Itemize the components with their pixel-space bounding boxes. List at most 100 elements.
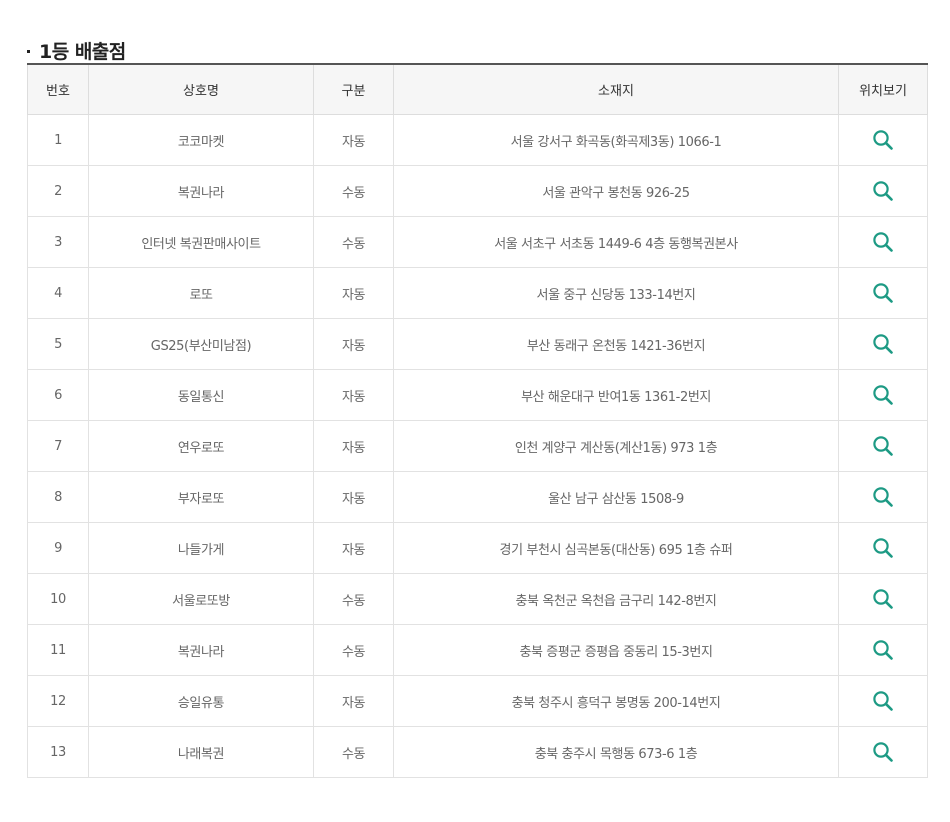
cell-num: 11 [27, 624, 89, 676]
cell-type: 자동 [313, 420, 394, 472]
cell-address: 서울 강서구 화곡동(화곡제3동) 1066-1 [393, 114, 839, 166]
cell-type: 수동 [313, 216, 394, 268]
search-icon [873, 589, 893, 609]
cell-store-name: 연우로또 [88, 420, 314, 472]
cell-type: 자동 [313, 318, 394, 370]
cell-map-view [838, 369, 928, 421]
search-icon [873, 487, 893, 507]
map-view-button[interactable] [869, 228, 897, 256]
table-row: 3 인터넷 복권판매사이트 수동 서울 서초구 서초동 1449-6 4층 동행복권본… [27, 216, 928, 268]
cell-num: 9 [27, 522, 89, 574]
map-view-button[interactable] [869, 177, 897, 205]
section-title: 1등 배출점 [27, 35, 126, 67]
cell-map-view [838, 471, 928, 523]
header-name: 상호명 [88, 64, 314, 115]
cell-address: 울산 남구 삼산동 1508-9 [393, 471, 839, 523]
map-view-button[interactable] [869, 534, 897, 562]
table-row: 5 GS25(부산미남점) 자동 부산 동래구 온천동 1421-36번지 [27, 318, 928, 370]
search-icon [873, 640, 893, 660]
map-view-button[interactable] [869, 432, 897, 460]
cell-store-name: 승일유통 [88, 675, 314, 727]
table-row: 2 복권나라 수동 서울 관악구 봉천동 926-25 [27, 165, 928, 217]
cell-address: 서울 서초구 서초동 1449-6 4층 동행복권본사 [393, 216, 839, 268]
cell-store-name: 인터넷 복권판매사이트 [88, 216, 314, 268]
cell-type: 자동 [313, 369, 394, 421]
cell-address: 부산 해운대구 반여1동 1361-2번지 [393, 369, 839, 421]
section-title-text: 1등 배출점 [39, 41, 126, 64]
search-icon [873, 538, 893, 558]
table-row: 13 나래복권 수동 충북 충주시 목행동 673-6 1층 [27, 726, 928, 778]
cell-type: 자동 [313, 471, 394, 523]
cell-store-name: 부자로또 [88, 471, 314, 523]
table-header-row: 번호 상호명 구분 소재지 위치보기 [27, 64, 928, 115]
cell-store-name: 복권나라 [88, 165, 314, 217]
cell-address: 부산 동래구 온천동 1421-36번지 [393, 318, 839, 370]
cell-num: 13 [27, 726, 89, 778]
search-icon [873, 181, 893, 201]
cell-map-view [838, 114, 928, 166]
cell-address: 서울 중구 신당동 133-14번지 [393, 267, 839, 319]
search-icon [873, 385, 893, 405]
cell-store-name: 나래복권 [88, 726, 314, 778]
header-address: 소재지 [393, 64, 839, 115]
cell-store-name: GS25(부산미남점) [88, 318, 314, 370]
table-row: 7 연우로또 자동 인천 계양구 계산동(계산1동) 973 1층 [27, 420, 928, 472]
cell-map-view [838, 726, 928, 778]
cell-map-view [838, 522, 928, 574]
cell-num: 8 [27, 471, 89, 523]
cell-num: 2 [27, 165, 89, 217]
cell-map-view [838, 216, 928, 268]
cell-store-name: 로또 [88, 267, 314, 319]
cell-num: 4 [27, 267, 89, 319]
map-view-button[interactable] [869, 585, 897, 613]
cell-address: 충북 충주시 목행동 673-6 1층 [393, 726, 839, 778]
table-row: 12 승일유통 자동 충북 청주시 흥덕구 봉명동 200-14번지 [27, 675, 928, 727]
cell-num: 1 [27, 114, 89, 166]
map-view-button[interactable] [869, 483, 897, 511]
cell-type: 수동 [313, 165, 394, 217]
cell-address: 충북 옥천군 옥천읍 금구리 142-8번지 [393, 573, 839, 625]
header-num: 번호 [27, 64, 89, 115]
map-view-button[interactable] [869, 279, 897, 307]
search-icon [873, 742, 893, 762]
map-view-button[interactable] [869, 381, 897, 409]
cell-num: 6 [27, 369, 89, 421]
cell-store-name: 복권나라 [88, 624, 314, 676]
winning-stores-table-wrap: 번호 상호명 구분 소재지 위치보기 1 코코마켓 자동 서울 강서구 화곡동(화곡제… [27, 63, 928, 778]
search-icon [873, 691, 893, 711]
cell-num: 5 [27, 318, 89, 370]
search-icon [873, 334, 893, 354]
cell-store-name: 코코마켓 [88, 114, 314, 166]
search-icon [873, 232, 893, 252]
winning-stores-table: 번호 상호명 구분 소재지 위치보기 1 코코마켓 자동 서울 강서구 화곡동(화곡제… [27, 63, 928, 778]
cell-type: 수동 [313, 573, 394, 625]
map-view-button[interactable] [869, 738, 897, 766]
search-icon [873, 130, 893, 150]
table-row: 9 나들가게 자동 경기 부천시 심곡본동(대산동) 695 1층 슈퍼 [27, 522, 928, 574]
cell-map-view [838, 267, 928, 319]
table-row: 10 서울로또방 수동 충북 옥천군 옥천읍 금구리 142-8번지 [27, 573, 928, 625]
map-view-button[interactable] [869, 126, 897, 154]
cell-address: 충북 증평군 증평읍 중동리 15-3번지 [393, 624, 839, 676]
cell-map-view [838, 675, 928, 727]
cell-address: 서울 관악구 봉천동 926-25 [393, 165, 839, 217]
cell-address: 경기 부천시 심곡본동(대산동) 695 1층 슈퍼 [393, 522, 839, 574]
cell-store-name: 나들가게 [88, 522, 314, 574]
table-row: 4 로또 자동 서울 중구 신당동 133-14번지 [27, 267, 928, 319]
cell-num: 7 [27, 420, 89, 472]
map-view-button[interactable] [869, 330, 897, 358]
search-icon [873, 283, 893, 303]
map-view-button[interactable] [869, 687, 897, 715]
cell-map-view [838, 165, 928, 217]
cell-map-view [838, 420, 928, 472]
header-map: 위치보기 [838, 64, 928, 115]
cell-map-view [838, 318, 928, 370]
title-bullet [27, 50, 30, 54]
cell-type: 수동 [313, 726, 394, 778]
table-row: 1 코코마켓 자동 서울 강서구 화곡동(화곡제3동) 1066-1 [27, 114, 928, 166]
table-body: 1 코코마켓 자동 서울 강서구 화곡동(화곡제3동) 1066-1 2 복권나라 수동 서울… [27, 114, 928, 778]
cell-type: 자동 [313, 267, 394, 319]
map-view-button[interactable] [869, 636, 897, 664]
table-row: 6 동일통신 자동 부산 해운대구 반여1동 1361-2번지 [27, 369, 928, 421]
cell-num: 12 [27, 675, 89, 727]
